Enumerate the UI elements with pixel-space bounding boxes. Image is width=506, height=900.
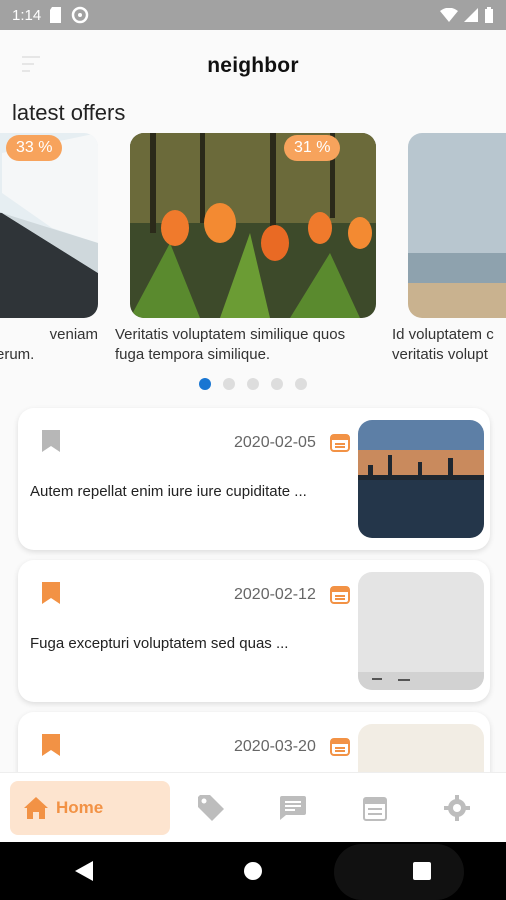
recents-icon[interactable] [413, 862, 431, 880]
status-bar: 1:14 [0, 0, 506, 30]
status-time: 1:14 [12, 6, 42, 24]
post-date: 2020-03-20 [234, 738, 316, 755]
tag-icon [198, 794, 224, 821]
bottom-navigation: Home [0, 772, 506, 842]
app-bar: neighbor [0, 30, 506, 102]
data-saver-icon [71, 6, 89, 24]
offer-card[interactable]: Id voluptatem c veritatis volupt [392, 133, 506, 365]
home-circle-icon[interactable] [243, 861, 263, 881]
offer-caption: veniam [49, 326, 98, 343]
post-card[interactable]: 2020-02-05 Autem repellat enim iure iure… [18, 408, 490, 550]
offer-card[interactable]: 31 % Veritatis voluptatem similique quos… [115, 133, 376, 365]
carousel-dot[interactable] [247, 378, 259, 390]
bookmark-icon[interactable] [42, 430, 60, 452]
menu-button[interactable] [22, 56, 44, 76]
signal-icon [464, 8, 478, 22]
post-date: 2020-02-12 [234, 586, 316, 603]
carousel-indicator [0, 378, 506, 390]
offer-image-tulips [130, 133, 376, 318]
wifi-icon [440, 8, 458, 22]
calendar-icon [330, 738, 350, 756]
bookmark-icon[interactable] [42, 582, 60, 604]
system-navigation-bar [0, 842, 506, 900]
back-icon[interactable] [75, 861, 93, 881]
post-text: Autem repellat enim iure iure cupiditate… [30, 483, 307, 500]
post-date: 2020-02-05 [234, 434, 316, 451]
nav-home-button[interactable]: Home [10, 780, 170, 835]
sd-card-icon [50, 7, 62, 23]
offer-caption: erum. [0, 346, 35, 363]
battery-icon [485, 7, 493, 23]
section-title: latest offers [12, 100, 126, 125]
menu-icon [22, 56, 40, 58]
offers-carousel[interactable]: 33 % veniam erum. 31 % Veritatis volupta… [0, 133, 506, 373]
offer-caption: fuga tempora similique. [115, 346, 271, 363]
offer-caption: Veritatis voluptatem similique quos [115, 326, 346, 343]
nav-calendar-button[interactable] [334, 795, 416, 821]
app-title: neighbor [207, 54, 299, 77]
carousel-dot[interactable] [199, 378, 211, 390]
nav-settings-button[interactable] [416, 794, 498, 821]
post-card[interactable]: 2020-02-12 Fuga excepturi voluptatem sed… [18, 560, 490, 702]
nav-messages-button[interactable] [252, 795, 334, 820]
post-thumbnail-city [358, 420, 484, 538]
bookmark-icon[interactable] [42, 734, 60, 756]
carousel-dot[interactable] [295, 378, 307, 390]
calendar-icon [330, 586, 350, 604]
nav-offers-button[interactable] [170, 794, 252, 821]
post-thumbnail-fog [358, 572, 484, 690]
offer-caption: veritatis volupt [392, 346, 488, 363]
offer-image-beach [408, 133, 506, 318]
offer-caption: Id voluptatem c [392, 326, 494, 343]
nav-home-label: Home [56, 797, 104, 817]
home-icon [24, 796, 48, 819]
post-text: Fuga excepturi voluptatem sed quas ... [30, 635, 289, 652]
gear-icon [444, 794, 470, 821]
carousel-dot[interactable] [223, 378, 235, 390]
calendar-icon [363, 796, 387, 821]
discount-badge: 31 % [284, 135, 341, 161]
carousel-dot[interactable] [271, 378, 283, 390]
calendar-icon [330, 434, 350, 452]
chat-icon [280, 795, 306, 820]
offer-card[interactable]: 33 % veniam erum. [0, 133, 98, 365]
discount-badge: 33 % [6, 135, 63, 161]
